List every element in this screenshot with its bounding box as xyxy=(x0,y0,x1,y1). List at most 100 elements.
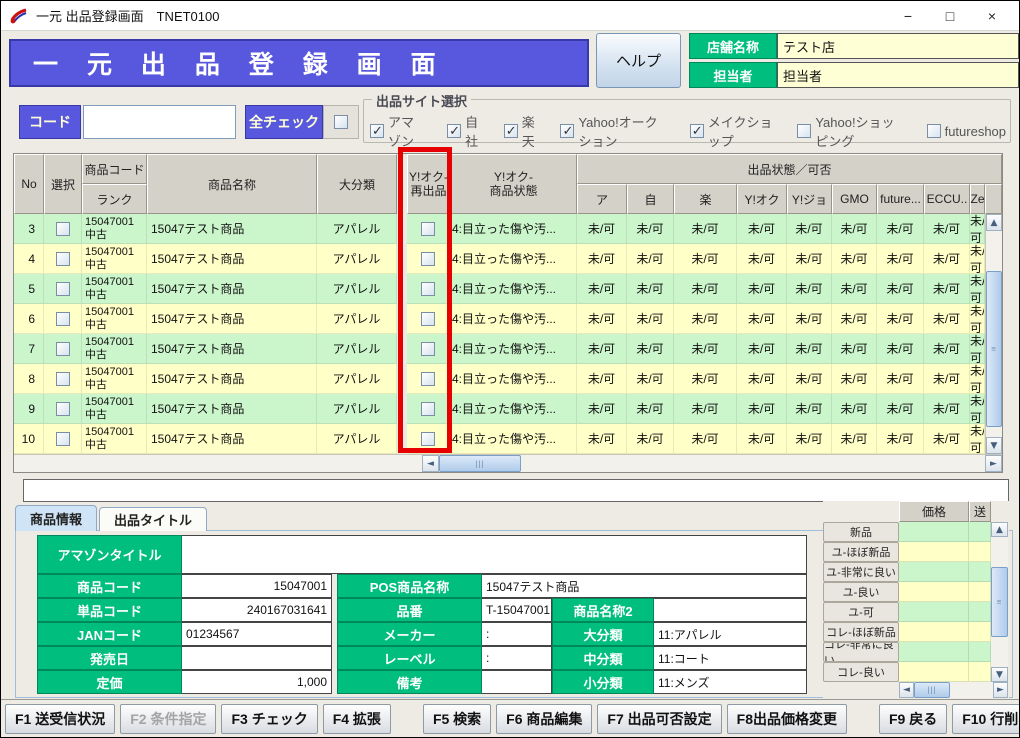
row-select-checkbox[interactable] xyxy=(56,372,70,386)
site-option[interactable]: アマゾン xyxy=(370,112,425,150)
site-option[interactable]: メイクショップ xyxy=(690,112,776,150)
row-relist-cell[interactable] xyxy=(407,394,450,424)
detail-value[interactable]: 01234567 xyxy=(182,622,332,646)
site-option[interactable]: Yahoo!オークション xyxy=(560,112,667,150)
price-cell[interactable] xyxy=(899,542,969,562)
price-vertical-scrollbar[interactable]: ▲ ≡ ▼ xyxy=(991,522,1008,682)
shipping-cell[interactable] xyxy=(969,582,991,602)
price-scroll-right-icon[interactable]: ► xyxy=(993,682,1008,698)
fkey-button-9[interactable]: F9 戻る xyxy=(879,704,947,734)
site-checkbox[interactable] xyxy=(370,124,384,138)
row-select-cell[interactable] xyxy=(44,214,82,244)
message-field[interactable] xyxy=(23,479,1009,502)
row-relist-cell[interactable] xyxy=(407,424,450,454)
price-row-label[interactable]: コレ-ほぼ新品 xyxy=(823,622,899,642)
site-option[interactable]: futureshop xyxy=(927,124,1006,139)
shipping-cell[interactable] xyxy=(969,662,991,682)
price-cell[interactable] xyxy=(899,562,969,582)
fkey-button-10[interactable]: F10 行削除 xyxy=(952,704,1020,734)
site-option[interactable]: 自社 xyxy=(447,112,482,150)
row-relist-cell[interactable] xyxy=(407,214,450,244)
detail-mid-value[interactable]: T-15047001 xyxy=(482,598,552,622)
scroll-up-icon[interactable]: ▲ xyxy=(986,214,1002,231)
detail-value[interactable]: 15047001 xyxy=(182,574,332,598)
price-row-label[interactable]: ユ-ほぼ新品 xyxy=(823,542,899,562)
site-checkbox[interactable] xyxy=(504,124,518,138)
fkey-button-3[interactable]: F3 チェック xyxy=(221,704,317,734)
fkey-button-5[interactable]: F5 検索 xyxy=(423,704,491,734)
row-select-checkbox[interactable] xyxy=(56,342,70,356)
detail-right-value[interactable]: 11:コート xyxy=(654,646,807,670)
detail-value[interactable]: 240167031641 xyxy=(182,598,332,622)
grid-horizontal-scrollbar[interactable]: ◄ ||| ► xyxy=(14,454,1002,472)
price-scroll-left-icon[interactable]: ◄ xyxy=(899,682,914,698)
site-option[interactable]: Yahoo!ショッピング xyxy=(797,112,904,150)
row-relist-cell[interactable] xyxy=(407,274,450,304)
shipping-cell[interactable] xyxy=(969,622,991,642)
fkey-button-4[interactable]: F4 拡張 xyxy=(323,704,391,734)
shipping-cell[interactable] xyxy=(969,522,991,542)
detail-value[interactable]: 1,000 xyxy=(182,670,332,694)
price-cell[interactable] xyxy=(899,522,969,542)
code-input[interactable] xyxy=(83,105,236,139)
price-row-label[interactable]: ユ-非常に良い xyxy=(823,562,899,582)
price-cell[interactable] xyxy=(899,622,969,642)
price-cell[interactable] xyxy=(899,602,969,622)
check-all-checkbox[interactable] xyxy=(334,115,348,129)
row-select-cell[interactable] xyxy=(44,364,82,394)
store-name-field[interactable]: テスト店 xyxy=(777,33,1019,59)
shipping-cell[interactable] xyxy=(969,562,991,582)
price-cell[interactable] xyxy=(899,582,969,602)
price-row-label[interactable]: コレ-非常に良い xyxy=(823,642,899,662)
row-relist-checkbox[interactable] xyxy=(421,222,435,236)
row-select-cell[interactable] xyxy=(44,424,82,454)
price-row-label[interactable]: ユ-可 xyxy=(823,602,899,622)
row-relist-cell[interactable] xyxy=(407,364,450,394)
tab-listing-title[interactable]: 出品タイトル xyxy=(99,507,207,531)
row-select-cell[interactable] xyxy=(44,244,82,274)
help-button[interactable]: ヘルプ xyxy=(596,33,681,88)
row-select-cell[interactable] xyxy=(44,274,82,304)
price-cell[interactable] xyxy=(899,662,969,682)
row-relist-checkbox[interactable] xyxy=(421,252,435,266)
row-select-checkbox[interactable] xyxy=(56,432,70,446)
detail-right-value[interactable]: 11:アパレル xyxy=(654,622,807,646)
row-relist-cell[interactable] xyxy=(407,304,450,334)
row-select-checkbox[interactable] xyxy=(56,312,70,326)
fkey-button-8[interactable]: F8出品価格変更 xyxy=(727,704,847,734)
price-cell[interactable] xyxy=(899,642,969,662)
row-select-cell[interactable] xyxy=(44,334,82,364)
grid-vscroll-thumb[interactable]: ≡ xyxy=(986,271,1002,427)
check-all-box[interactable] xyxy=(323,105,359,139)
staff-field[interactable]: 担当者 xyxy=(777,62,1019,88)
detail-mid-value[interactable]: : xyxy=(482,622,552,646)
price-row-label[interactable]: コレ-良い xyxy=(823,662,899,682)
price-row-label[interactable]: 新品 xyxy=(823,522,899,542)
shipping-cell[interactable] xyxy=(969,602,991,622)
scroll-left-icon[interactable]: ◄ xyxy=(422,455,439,472)
fkey-button-6[interactable]: F6 商品編集 xyxy=(496,704,592,734)
row-relist-checkbox[interactable] xyxy=(421,342,435,356)
detail-right-value[interactable] xyxy=(654,598,807,622)
row-select-checkbox[interactable] xyxy=(56,402,70,416)
site-checkbox[interactable] xyxy=(797,124,811,138)
detail-mid-value[interactable] xyxy=(482,670,552,694)
row-relist-checkbox[interactable] xyxy=(421,282,435,296)
row-relist-cell[interactable] xyxy=(407,334,450,364)
row-relist-checkbox[interactable] xyxy=(421,432,435,446)
grid-vertical-scrollbar[interactable]: ▲ ≡ ▼ xyxy=(985,214,1002,454)
grid-hscroll-thumb[interactable]: ||| xyxy=(439,455,521,472)
maximize-button[interactable]: □ xyxy=(929,1,971,31)
row-select-cell[interactable] xyxy=(44,304,82,334)
close-button[interactable]: × xyxy=(971,1,1013,31)
row-select-checkbox[interactable] xyxy=(56,252,70,266)
row-relist-checkbox[interactable] xyxy=(421,312,435,326)
detail-mid-value[interactable]: 15047テスト商品 xyxy=(482,574,807,598)
price-scroll-down-icon[interactable]: ▼ xyxy=(991,667,1008,682)
scroll-right-icon[interactable]: ► xyxy=(985,455,1002,472)
shipping-cell[interactable] xyxy=(969,642,991,662)
row-select-cell[interactable] xyxy=(44,394,82,424)
price-scroll-up-icon[interactable]: ▲ xyxy=(991,522,1008,537)
detail-mid-value[interactable]: : xyxy=(482,646,552,670)
shipping-cell[interactable] xyxy=(969,542,991,562)
